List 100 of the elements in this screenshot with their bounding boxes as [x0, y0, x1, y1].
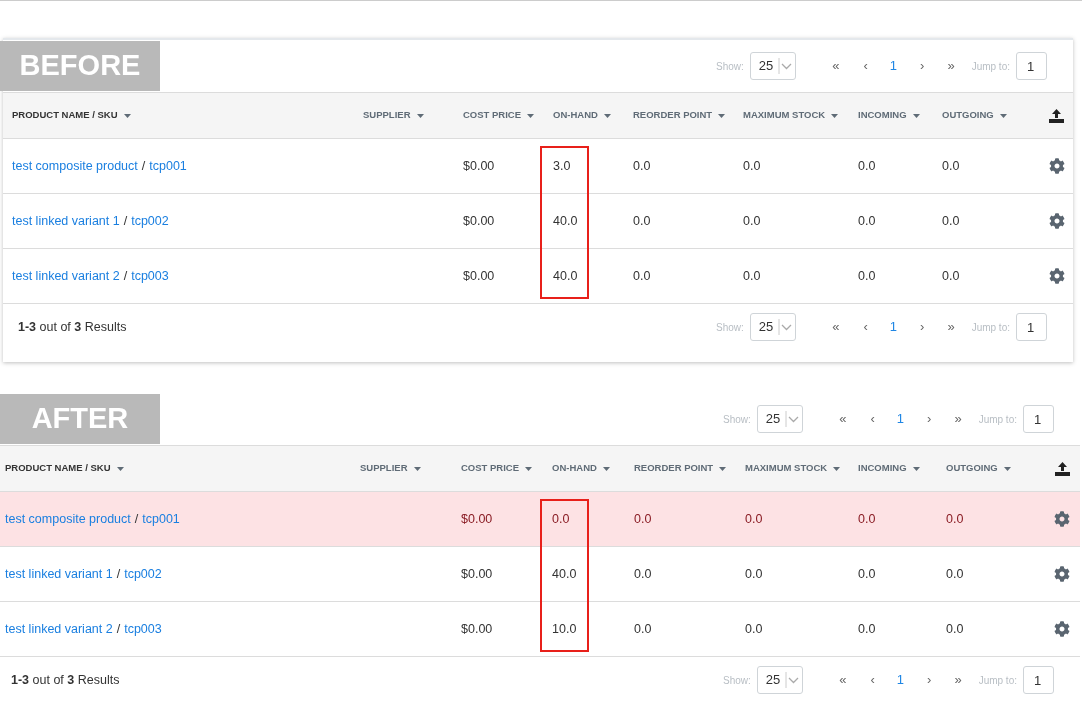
product-link[interactable]: test composite product — [5, 509, 131, 529]
settings-icon[interactable] — [1054, 566, 1070, 582]
page-number[interactable]: 1 — [893, 670, 908, 690]
prev-page-button[interactable]: ‹ — [867, 670, 878, 690]
sku-link[interactable]: tcp002 — [131, 211, 169, 231]
sort-icon — [719, 466, 727, 471]
next-page-button[interactable]: › — [924, 670, 935, 690]
sort-icon — [123, 113, 131, 118]
page-size-select[interactable]: 25 — [749, 313, 797, 341]
upload-icon[interactable] — [1049, 108, 1064, 123]
table-cell: 0.0 — [858, 213, 876, 228]
first-page-button[interactable]: « — [829, 317, 843, 337]
show-label: Show: — [723, 673, 751, 688]
product-link[interactable]: test linked variant 1 — [5, 564, 113, 584]
column-header[interactable]: SUPPLIER — [360, 461, 461, 476]
jump-field[interactable]: 1 — [1016, 313, 1047, 341]
column-header[interactable]: COST PRICE — [461, 461, 552, 476]
first-page-button[interactable]: « — [836, 670, 850, 690]
column-header[interactable]: MAXIMUM STOCK — [745, 461, 858, 476]
sort-icon — [602, 466, 610, 471]
results-count: 1-3 out of 3 Results — [10, 671, 120, 689]
page-size-select[interactable]: 25 — [756, 405, 804, 433]
sort-icon — [999, 113, 1007, 118]
settings-icon[interactable] — [1048, 158, 1065, 174]
column-header[interactable]: ON-HAND — [553, 108, 633, 123]
last-page-button[interactable]: » — [944, 317, 958, 337]
jump-field[interactable]: 1 — [1023, 405, 1054, 433]
chevron-down-icon — [785, 410, 800, 428]
column-header[interactable]: PRODUCT NAME / SKU — [5, 461, 360, 476]
table-cell: 0.0 — [552, 511, 570, 526]
table-cell: 0.0 — [743, 213, 761, 228]
column-header[interactable]: OUTGOING — [946, 461, 1036, 476]
column-header[interactable]: PRODUCT NAME / SKU — [12, 108, 363, 123]
sort-icon — [831, 113, 839, 118]
column-header[interactable]: REORDER POINT — [634, 461, 745, 476]
last-page-button[interactable]: » — [951, 409, 965, 429]
table-cell: 0.0 — [634, 621, 652, 636]
sort-icon — [527, 113, 535, 118]
jump-field[interactable]: 1 — [1023, 666, 1054, 694]
product-link[interactable]: test linked variant 2 — [5, 619, 113, 639]
section-badge: BEFORE — [0, 41, 160, 91]
page-size-select[interactable]: 25 — [749, 52, 797, 80]
column-header[interactable]: MAXIMUM STOCK — [743, 108, 858, 123]
page-number[interactable]: 1 — [893, 409, 908, 429]
sort-icon — [116, 466, 124, 471]
table-cell: $0.00 — [463, 158, 495, 173]
sku-link[interactable]: tcp003 — [131, 266, 169, 286]
sku-link[interactable]: tcp001 — [142, 509, 180, 529]
sort-icon — [413, 466, 421, 471]
table-cell: 0.0 — [858, 511, 876, 526]
table-cell: 0.0 — [858, 158, 876, 173]
table-cell: 0.0 — [634, 511, 652, 526]
table-cell: $0.00 — [461, 566, 493, 581]
separator-text: / — [141, 157, 146, 175]
table-cell: $0.00 — [461, 511, 493, 526]
settings-icon[interactable] — [1048, 268, 1065, 284]
prev-page-button[interactable]: ‹ — [860, 317, 871, 337]
next-page-button[interactable]: › — [917, 56, 928, 76]
prev-page-button[interactable]: ‹ — [860, 56, 871, 76]
next-page-button[interactable]: › — [917, 317, 928, 337]
page-number[interactable]: 1 — [886, 317, 901, 337]
sku-link[interactable]: tcp003 — [124, 619, 162, 639]
settings-icon[interactable] — [1054, 621, 1070, 637]
separator-text: / — [123, 267, 128, 285]
first-page-button[interactable]: « — [829, 56, 843, 76]
settings-icon[interactable] — [1048, 213, 1065, 229]
column-header[interactable]: REORDER POINT — [633, 108, 743, 123]
last-page-button[interactable]: » — [951, 670, 965, 690]
jump-field[interactable]: 1 — [1016, 52, 1047, 80]
next-page-button[interactable]: › — [924, 409, 935, 429]
product-link[interactable]: test linked variant 2 — [12, 266, 120, 286]
show-label: Show: — [716, 320, 744, 335]
first-page-button[interactable]: « — [836, 409, 850, 429]
section-badge: AFTER — [0, 394, 160, 444]
column-header[interactable]: INCOMING — [858, 108, 942, 123]
page-size-select[interactable]: 25 — [756, 666, 804, 694]
table-cell: 40.0 — [553, 213, 578, 228]
column-header[interactable]: OUTGOING — [942, 108, 1032, 123]
table-cell: 40.0 — [553, 268, 578, 283]
column-header[interactable]: SUPPLIER — [363, 108, 463, 123]
results-count: 1-3 out of 3 Results — [17, 318, 127, 336]
product-link[interactable]: test linked variant 1 — [12, 211, 120, 231]
settings-icon[interactable] — [1054, 511, 1070, 527]
sku-link[interactable]: tcp001 — [149, 156, 187, 176]
table-cell: $0.00 — [461, 621, 493, 636]
sort-icon — [525, 466, 533, 471]
prev-page-button[interactable]: ‹ — [867, 409, 878, 429]
column-header[interactable]: ON-HAND — [552, 461, 634, 476]
page-number[interactable]: 1 — [886, 56, 901, 76]
show-label: Show: — [716, 59, 744, 74]
table-cell: 0.0 — [745, 566, 763, 581]
jump-label: Jump to: — [978, 673, 1017, 688]
table-cell: 0.0 — [745, 511, 763, 526]
upload-icon[interactable] — [1054, 461, 1070, 476]
column-header[interactable]: INCOMING — [858, 461, 946, 476]
product-link[interactable]: test composite product — [12, 156, 138, 176]
sku-link[interactable]: tcp002 — [124, 564, 162, 584]
column-header[interactable]: COST PRICE — [463, 108, 553, 123]
chevron-down-icon — [778, 318, 793, 336]
last-page-button[interactable]: » — [944, 56, 958, 76]
